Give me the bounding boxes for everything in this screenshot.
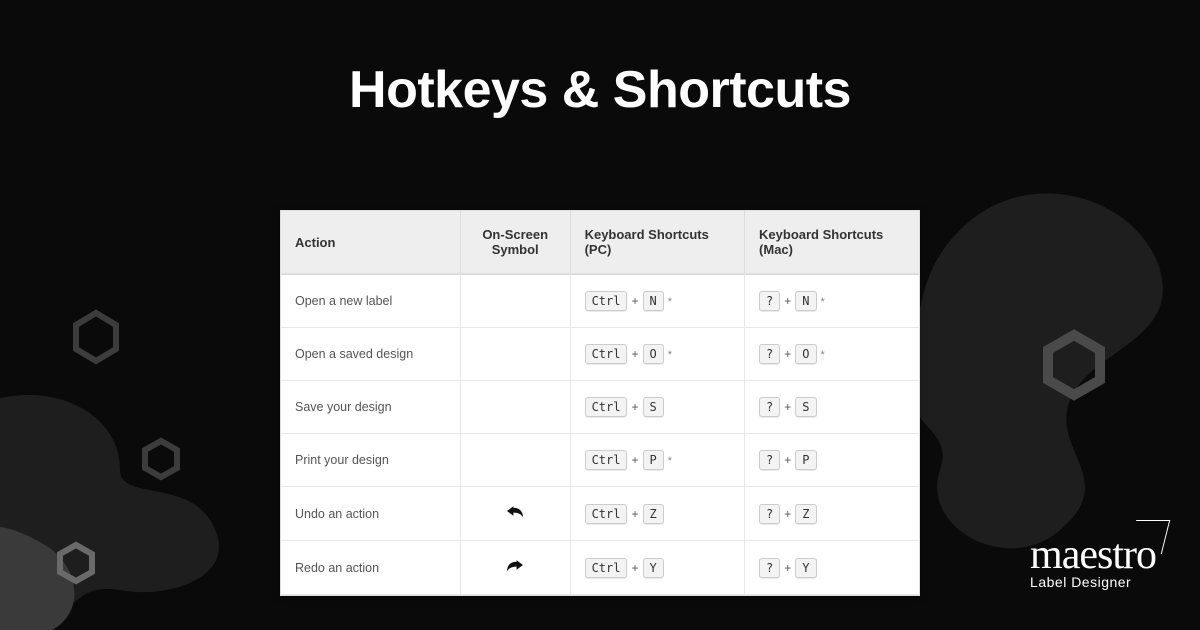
cell-action: Redo an action [281,541,460,595]
key-z: Z [643,504,664,524]
plus-separator: + [784,347,791,361]
key-ctrl: Ctrl [585,504,628,524]
plus-separator: + [631,561,638,575]
asterisk-note: * [668,349,672,361]
header-symbol: On-Screen Symbol [460,211,570,274]
cell-mac-shortcut: ? + S [745,381,919,434]
key-o: O [795,344,816,364]
asterisk-note: * [668,455,672,467]
cell-pc-shortcut: Ctrl+ Z [570,487,744,541]
key-n: N [643,291,664,311]
key-n: N [795,291,816,311]
key-?: ? [759,344,780,364]
table-header-row: Action On-Screen Symbol Keyboard Shortcu… [281,211,919,274]
cell-pc-shortcut: Ctrl+ S [570,381,744,434]
table-row: Open a new labelCtrl+N*?+N* [281,274,919,328]
maestro-logo: maestro Label Designer [1030,534,1156,590]
cell-mac-shortcut: ? + Z [745,487,919,541]
key-ctrl: Ctrl [585,558,628,578]
plus-separator: + [631,453,638,467]
cell-action: Save your design [281,381,460,434]
key-s: S [795,397,816,417]
plus-separator: + [784,507,791,521]
key-?: ? [759,291,780,311]
cell-symbol [460,274,570,328]
logo-decoration [1128,520,1170,554]
key-ctrl: Ctrl [585,291,628,311]
plus-separator: + [784,400,791,414]
plus-separator: + [784,294,791,308]
plus-separator: + [631,400,638,414]
cell-pc-shortcut: Ctrl+ N * [570,274,744,328]
cell-action: Print your design [281,434,460,487]
cell-symbol [460,434,570,487]
cell-mac-shortcut: ? + O * [745,328,919,381]
header-mac: Keyboard Shortcuts (Mac) [745,211,919,274]
shortcuts-table: Action On-Screen Symbol Keyboard Shortcu… [280,210,920,596]
key-ctrl: Ctrl [585,344,628,364]
asterisk-note: * [668,296,672,308]
asterisk-note: * [821,296,825,308]
cell-pc-shortcut: Ctrl+ O * [570,328,744,381]
header-pc: Keyboard Shortcuts (PC) [570,211,744,274]
cell-action: Open a saved design [281,328,460,381]
key-?: ? [759,450,780,470]
key-y: Y [795,558,816,578]
table-row: Redo an actionCtrl+Y?+Y [281,541,919,595]
plus-separator: + [784,453,791,467]
cell-action: Open a new label [281,274,460,328]
cell-mac-shortcut: ? + N * [745,274,919,328]
asterisk-note: * [821,349,825,361]
key-?: ? [759,397,780,417]
cell-mac-shortcut: ? + P [745,434,919,487]
plus-separator: + [631,507,638,521]
cell-pc-shortcut: Ctrl+ P * [570,434,744,487]
key-p: P [643,450,664,470]
cell-symbol [460,541,570,595]
plus-separator: + [631,347,638,361]
page-title: Hotkeys & Shortcuts [349,60,851,120]
plus-separator: + [631,294,638,308]
key-s: S [643,397,664,417]
cell-pc-shortcut: Ctrl+ Y [570,541,744,595]
table-row: Open a saved designCtrl+O*?+O* [281,328,919,381]
cell-symbol [460,487,570,541]
key-p: P [795,450,816,470]
table-row: Save your designCtrl+S?+S [281,381,919,434]
cell-action: Undo an action [281,487,460,541]
key-o: O [643,344,664,364]
table-row: Print your designCtrl+P*?+P [281,434,919,487]
key-?: ? [759,504,780,524]
key-?: ? [759,558,780,578]
plus-separator: + [784,561,791,575]
cell-symbol [460,381,570,434]
undo-icon [505,503,525,519]
key-ctrl: Ctrl [585,450,628,470]
redo-icon [505,557,525,573]
cell-symbol [460,328,570,381]
key-ctrl: Ctrl [585,397,628,417]
header-action: Action [281,211,460,274]
table-row: Undo an actionCtrl+Z?+Z [281,487,919,541]
key-z: Z [795,504,816,524]
key-y: Y [643,558,664,578]
cell-mac-shortcut: ? + Y [745,541,919,595]
